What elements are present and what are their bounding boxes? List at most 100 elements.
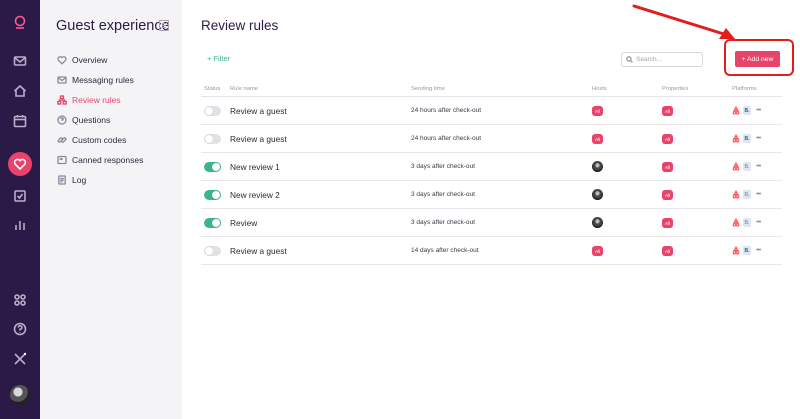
main-content: Review rules + Filter + Add new Status R… (182, 0, 800, 419)
platforms-cell: B. ••• (732, 134, 761, 143)
search-input[interactable] (636, 56, 698, 63)
search-box[interactable] (621, 52, 703, 67)
checklist-icon[interactable] (11, 187, 29, 205)
more-options-icon[interactable]: ••• (756, 191, 761, 198)
status-toggle[interactable] (204, 218, 221, 228)
sidebar-title: Guest experience (56, 18, 170, 34)
bar-chart-icon[interactable] (11, 216, 29, 234)
rule-name[interactable]: Review a guest (230, 106, 287, 116)
column-header-hosts[interactable]: Hosts (592, 86, 607, 92)
status-toggle[interactable] (204, 134, 221, 144)
column-header-status[interactable]: Status (204, 86, 220, 92)
integrations-icon[interactable] (11, 350, 29, 368)
status-toggle[interactable] (204, 246, 221, 256)
mail-icon[interactable] (11, 52, 29, 70)
collapse-sidebar-icon[interactable] (159, 20, 169, 31)
heart-outline-icon (56, 55, 67, 66)
rule-name[interactable]: Review a guest (230, 134, 287, 144)
question-circle-icon (56, 115, 67, 126)
table-row[interactable]: Review a guest 24 hours after check-out Al… (201, 125, 782, 153)
column-header-rule-name[interactable]: Rule name (230, 86, 258, 92)
more-options-icon[interactable]: ••• (756, 219, 761, 226)
apps-icon[interactable] (11, 291, 29, 309)
booking-icon: B. (743, 218, 751, 227)
rule-name[interactable]: Review a guest (230, 246, 287, 256)
rule-name[interactable]: New review 1 (230, 162, 280, 172)
hosts-all-badge: All (592, 106, 603, 116)
sidebar-item-overview[interactable]: Overview (56, 50, 143, 70)
filter-button[interactable]: + Filter (207, 54, 230, 63)
sidebar-item-label: Log (72, 175, 87, 185)
properties-all-badge: All (662, 190, 673, 200)
airbnb-icon (732, 190, 740, 199)
sidebar-item-custom-codes[interactable]: Custom codes (56, 130, 143, 150)
sidebar-item-label: Review rules (72, 95, 121, 105)
sending-time: 24 hours after check-out (411, 135, 482, 142)
rule-name[interactable]: Review (230, 218, 257, 228)
sidebar-item-canned-responses[interactable]: Canned responses (56, 150, 143, 170)
sidebar-item-label: Messaging rules (72, 75, 134, 85)
more-options-icon[interactable]: ••• (756, 107, 761, 114)
table-row[interactable]: Review a guest 24 hours after check-out Al… (201, 97, 782, 125)
rules-table: Status Rule name Sending time Hosts Prop… (201, 82, 782, 265)
airbnb-icon (732, 134, 740, 143)
airbnb-icon (732, 106, 740, 115)
table-row[interactable]: Review 3 days after check-out All B. ••• (201, 209, 782, 237)
sidebar-item-log[interactable]: Log (56, 170, 143, 190)
annotation-arrow (632, 4, 735, 39)
status-toggle[interactable] (204, 106, 221, 116)
sidebar-item-label: Overview (72, 55, 108, 65)
rule-name[interactable]: New review 2 (230, 190, 280, 200)
booking-icon: B. (743, 246, 751, 255)
sidebar-item-messaging-rules[interactable]: Messaging rules (56, 70, 143, 90)
airbnb-icon (732, 218, 740, 227)
sidebar-item-review-rules[interactable]: Review rules (56, 90, 143, 110)
more-options-icon[interactable]: ••• (756, 163, 761, 170)
sidebar-nav: Overview Messaging rules Review rules Qu… (56, 50, 143, 190)
platforms-cell: B. ••• (732, 190, 761, 199)
sidebar-item-label: Canned responses (72, 155, 144, 165)
help-icon[interactable] (11, 320, 29, 338)
host-avatar (592, 161, 603, 172)
host-avatar (592, 217, 603, 228)
home-icon[interactable] (11, 82, 29, 100)
sidebar: Guest experience Overview Messaging rule… (40, 0, 182, 419)
search-icon (626, 56, 633, 63)
column-header-platforms[interactable]: Platforms (732, 86, 756, 92)
reply-icon (56, 155, 67, 166)
sending-time: 3 days after check-out (411, 191, 475, 198)
platforms-cell: B. ••• (732, 246, 761, 255)
hosts-all-badge: All (592, 134, 603, 144)
more-options-icon[interactable]: ••• (756, 247, 761, 254)
sidebar-item-questions[interactable]: Questions (56, 110, 143, 130)
document-icon (56, 175, 67, 186)
table-row[interactable]: New review 2 3 days after check-out All B. •… (201, 181, 782, 209)
properties-all-badge: All (662, 134, 673, 144)
platforms-cell: B. ••• (732, 162, 761, 171)
properties-all-badge: All (662, 162, 673, 172)
sidebar-item-label: Questions (72, 115, 111, 125)
table-body: Review a guest 24 hours after check-out Al… (201, 97, 782, 265)
hosts-all-badge: All (592, 246, 603, 256)
logo-icon[interactable] (11, 13, 29, 31)
booking-icon: B. (743, 190, 751, 199)
annotation-highlight-box (724, 39, 794, 76)
sending-time: 14 days after check-out (411, 247, 479, 254)
more-options-icon[interactable]: ••• (756, 135, 761, 142)
airbnb-icon (732, 246, 740, 255)
properties-all-badge: All (662, 218, 673, 228)
status-toggle[interactable] (204, 190, 221, 200)
properties-all-badge: All (662, 106, 673, 116)
status-toggle[interactable] (204, 162, 221, 172)
platforms-cell: B. ••• (732, 218, 761, 227)
sitemap-icon (56, 95, 67, 106)
sending-time: 24 hours after check-out (411, 107, 482, 114)
column-header-properties[interactable]: Properties (662, 86, 688, 92)
column-header-sending-time[interactable]: Sending time (411, 86, 445, 92)
link-icon (56, 135, 67, 146)
table-row[interactable]: New review 1 3 days after check-out All B. •… (201, 153, 782, 181)
table-row[interactable]: Review a guest 14 days after check-out All… (201, 237, 782, 265)
avatar[interactable] (10, 385, 30, 405)
calendar-icon[interactable] (11, 112, 29, 130)
heart-icon[interactable] (8, 152, 32, 176)
